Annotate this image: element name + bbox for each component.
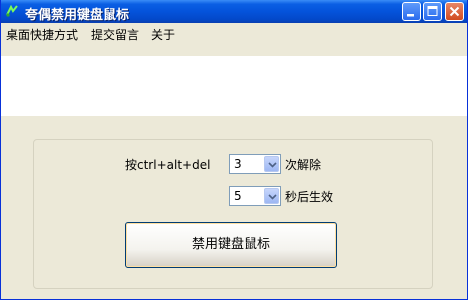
count-dropdown-button[interactable] (264, 156, 279, 172)
count-select-value: 3 (234, 157, 242, 171)
maximize-button[interactable] (423, 2, 442, 21)
menu-item-submit-message[interactable]: 提交留言 (91, 26, 139, 43)
menu-item-about[interactable]: 关于 (151, 26, 175, 43)
menu-bar: 桌面快捷方式 提交留言 关于 (1, 23, 467, 43)
close-icon (449, 6, 460, 17)
key-combo-label: 按ctrl+alt+del (125, 158, 211, 172)
minimize-icon (407, 14, 414, 17)
minimize-button[interactable] (402, 2, 421, 21)
app-window: 夸偶禁用键盘鼠标 桌面快捷方式 提交留言 关于 按ctrl+alt+del 3 (0, 0, 468, 300)
chevron-down-icon (268, 162, 277, 168)
close-button[interactable] (445, 2, 464, 21)
menu-item-desktop-shortcut[interactable]: 桌面快捷方式 (6, 26, 78, 43)
title-bar[interactable]: 夸偶禁用键盘鼠标 (1, 0, 467, 23)
count-suffix-label: 次解除 (285, 158, 322, 172)
delay-suffix-label: 秒后生效 (285, 190, 334, 204)
app-icon (5, 4, 19, 18)
window-title: 夸偶禁用键盘鼠标 (25, 8, 130, 23)
blank-display-area (1, 56, 467, 116)
count-select[interactable]: 3 (229, 154, 281, 174)
chevron-down-icon (268, 194, 277, 200)
delay-dropdown-button[interactable] (264, 188, 279, 204)
delay-select[interactable]: 5 (229, 186, 281, 206)
maximize-icon (427, 6, 438, 16)
disable-keyboard-mouse-button[interactable]: 禁用键盘鼠标 (125, 222, 337, 268)
delay-select-value: 5 (234, 189, 242, 203)
